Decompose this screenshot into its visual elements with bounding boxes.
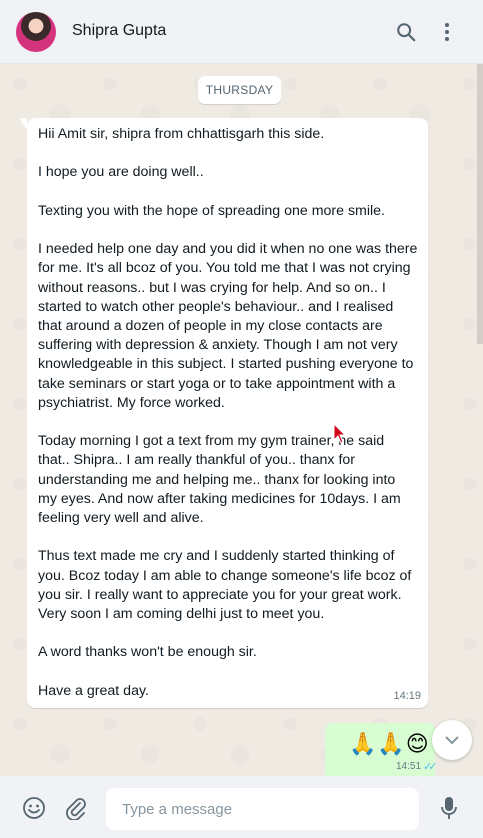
mouse-cursor-icon [333, 423, 347, 444]
avatar[interactable] [16, 12, 56, 52]
microphone-icon[interactable] [436, 795, 462, 821]
contact-name[interactable]: Shipra Gupta [72, 22, 166, 40]
compose-bar [0, 776, 483, 838]
day-divider: THURSDAY [198, 76, 281, 104]
message-time: 14:19 [393, 690, 421, 702]
message-text: Hii Amit sir, shipra from chhattisgarh t… [38, 126, 418, 699]
scroll-down-button[interactable] [432, 720, 472, 760]
message-input[interactable] [106, 788, 419, 830]
chat-header: Shipra Gupta [0, 0, 483, 64]
search-icon[interactable] [392, 18, 420, 46]
menu-icon[interactable] [433, 18, 461, 46]
outgoing-message[interactable]: 🙏🙏😊 14:51 ✓✓ [325, 723, 438, 776]
message-time: 14:51 [396, 761, 422, 772]
incoming-message[interactable]: Hii Amit sir, shipra from chhattisgarh t… [19, 118, 428, 708]
emoji-icon[interactable] [21, 795, 47, 821]
chevron-down-icon [445, 736, 459, 745]
read-receipt-icon: ✓✓ [423, 761, 438, 773]
attach-icon[interactable] [63, 795, 89, 821]
scrollbar[interactable] [477, 64, 483, 344]
message-emojis: 🙏🙏😊 [349, 731, 430, 756]
message-pane[interactable]: THURSDAY Hii Amit sir, shipra from chhat… [0, 64, 483, 776]
